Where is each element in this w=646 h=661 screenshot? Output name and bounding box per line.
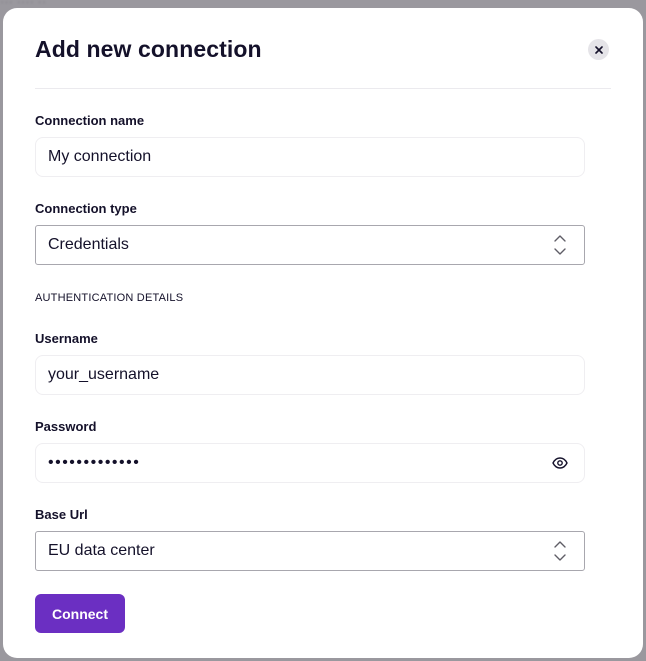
connection-type-label: Connection type — [35, 201, 137, 216]
connection-type-value: Credentials — [48, 236, 129, 253]
connection-name-input[interactable]: My connection — [35, 137, 585, 177]
connection-name-value: My connection — [48, 148, 152, 165]
connection-name-label: Connection name — [35, 113, 145, 128]
base-url-select[interactable]: EU data center — [35, 531, 585, 571]
username-label: Username — [35, 331, 98, 346]
connection-form: Connection name My connection Connection… — [35, 113, 585, 571]
chevron-up-down-icon — [554, 235, 566, 255]
connect-button[interactable]: Connect — [35, 594, 125, 633]
close-icon — [594, 45, 603, 54]
password-label: Password — [35, 419, 97, 434]
add-connection-dialog: Add new connection Connection name My co… — [3, 8, 643, 658]
username-value: your_username — [48, 366, 160, 383]
close-button[interactable] — [588, 39, 609, 60]
password-input[interactable]: ••••••••••••• — [35, 443, 585, 483]
dialog-title: Add new connection — [35, 36, 262, 62]
base-url-label: Base Url — [35, 507, 88, 522]
password-value: ••••••••••••• — [48, 454, 141, 471]
dialog-header: Add new connection — [35, 34, 611, 89]
connection-type-select[interactable]: Credentials — [35, 225, 585, 265]
base-url-value: EU data center — [48, 542, 155, 559]
username-input[interactable]: your_username — [35, 355, 585, 395]
authentication-details-heading: AUTHENTICATION DETAILS — [35, 292, 184, 304]
eye-icon[interactable] — [552, 456, 568, 470]
chevron-up-down-icon — [554, 541, 566, 561]
